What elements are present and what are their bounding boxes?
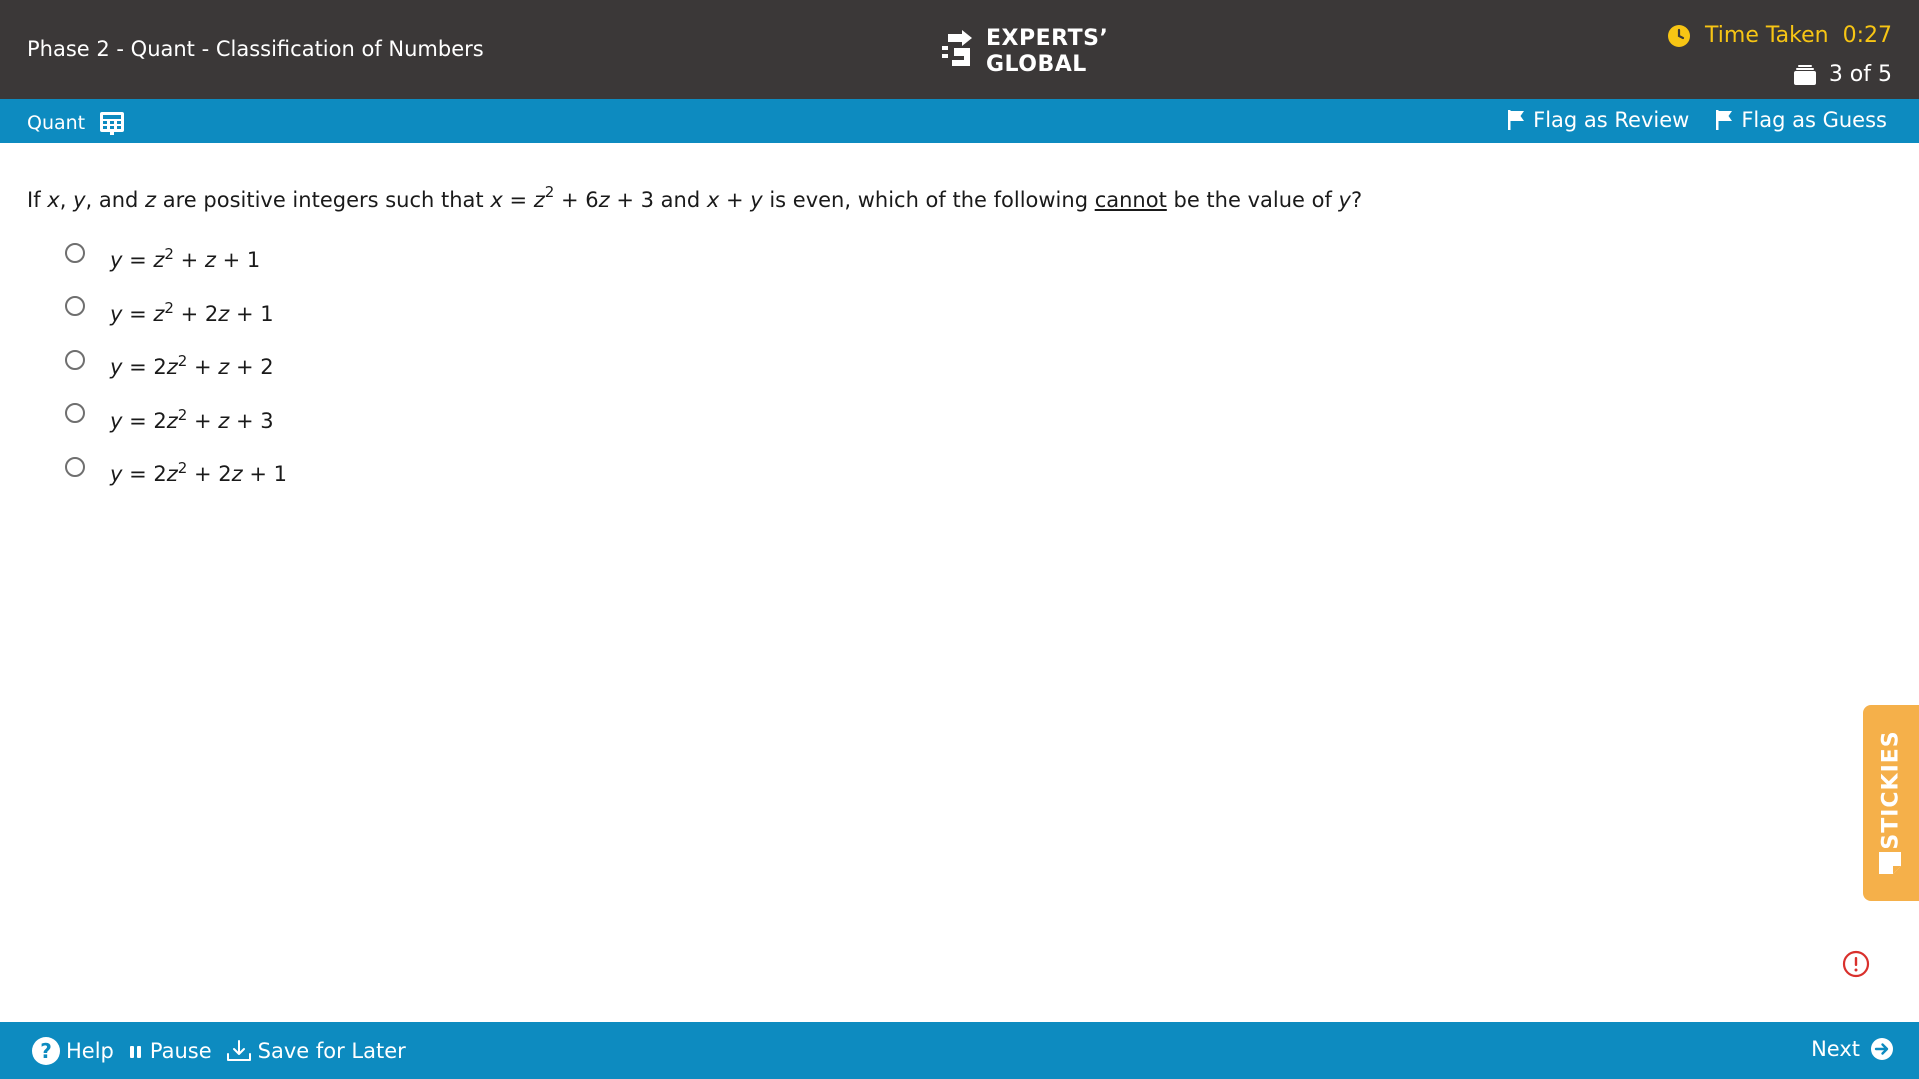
section-label: Quant: [27, 112, 86, 134]
flag-controls: Flag as Review Flag as Guess: [1507, 108, 1887, 132]
radio-button[interactable]: [65, 403, 85, 424]
timer-value: 0:27: [1842, 23, 1892, 48]
section-bar: Quant Flag as Review Flag as Guess: [0, 99, 1919, 143]
radio-button[interactable]: [65, 349, 85, 370]
option-text: y = 2z2 + z + 3: [110, 405, 274, 433]
flag-icon: [1508, 110, 1525, 130]
radio-button[interactable]: [65, 456, 85, 477]
answer-options: y = z2 + z + 1 y = z2 + 2z + 1 y = 2z2 +…: [65, 232, 287, 500]
pause-icon: [129, 1046, 141, 1058]
footer-controls: ? Help Pause Save for Later: [32, 1037, 420, 1065]
progress-text: 3 of 5: [1828, 62, 1892, 87]
timer-label: Time Taken: [1705, 23, 1829, 48]
answer-option-c[interactable]: y = 2z2 + z + 2: [65, 339, 287, 393]
help-button[interactable]: ? Help: [32, 1037, 114, 1065]
radio-button[interactable]: [65, 296, 85, 317]
section-name: Quant: [27, 110, 125, 136]
next-button[interactable]: Next: [1811, 1037, 1894, 1061]
test-title: Phase 2 - Quant - Classification of Numb…: [27, 37, 484, 61]
pause-label: Pause: [149, 1039, 212, 1063]
flag-guess-label: Flag as Guess: [1741, 108, 1887, 132]
next-label: Next: [1811, 1037, 1860, 1061]
bottom-bar: ? Help Pause Save for Later Next: [0, 1022, 1919, 1079]
answer-option-d[interactable]: y = 2z2 + z + 3: [65, 393, 287, 447]
pause-button[interactable]: Pause: [128, 1039, 212, 1063]
help-label: Help: [66, 1039, 114, 1063]
experts-global-logo: EXPERTS’ GLOBAL: [938, 26, 1108, 78]
help-icon: ?: [32, 1037, 60, 1065]
emphasis-word: cannot: [1094, 188, 1167, 212]
flag-icon: [1716, 110, 1733, 130]
answer-option-e[interactable]: y = 2z2 + 2z + 1: [65, 446, 287, 500]
logo-line-1: EXPERTS’: [986, 26, 1109, 51]
question-stem: If x, y, and z are positive integers suc…: [27, 183, 1363, 212]
flag-guess-button[interactable]: Flag as Guess: [1715, 108, 1887, 132]
save-label: Save for Later: [257, 1039, 406, 1063]
option-text: y = 2z2 + 2z + 1: [110, 459, 288, 487]
logo-line-2: GLOBAL: [986, 52, 1087, 77]
download-icon: [226, 1040, 251, 1061]
arrow-right-circle-icon: [1871, 1038, 1893, 1060]
experts-global-logo-icon: [942, 30, 972, 66]
radio-button[interactable]: [65, 242, 85, 263]
option-text: y = z2 + z + 1: [110, 245, 261, 273]
option-text: y = z2 + 2z + 1: [110, 298, 274, 326]
clock-icon: [1668, 24, 1691, 47]
answer-option-a[interactable]: y = z2 + z + 1: [65, 232, 287, 286]
calculator-icon[interactable]: [99, 110, 125, 136]
question-stack-icon: [1793, 64, 1816, 85]
sticky-note-icon: [1879, 852, 1901, 874]
top-header: Phase 2 - Quant - Classification of Numb…: [0, 0, 1919, 99]
option-text: y = 2z2 + z + 2: [110, 352, 274, 380]
question-progress: 3 of 5: [1793, 62, 1892, 87]
save-for-later-button[interactable]: Save for Later: [226, 1039, 406, 1063]
flag-review-label: Flag as Review: [1533, 108, 1690, 132]
flag-review-button[interactable]: Flag as Review: [1507, 108, 1689, 132]
alert-circle-icon[interactable]: [1842, 950, 1870, 978]
time-taken: Time Taken 0:27: [1667, 23, 1892, 48]
answer-option-b[interactable]: y = z2 + 2z + 1: [65, 286, 287, 340]
